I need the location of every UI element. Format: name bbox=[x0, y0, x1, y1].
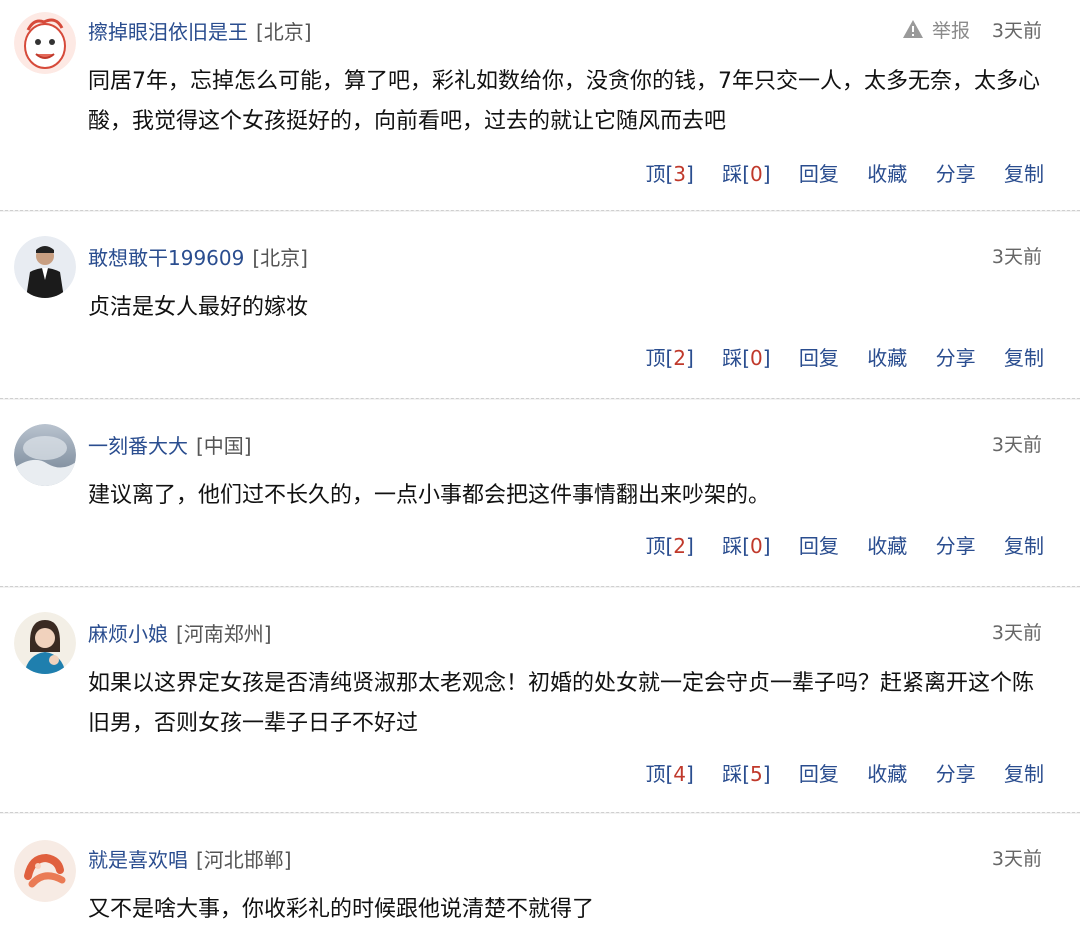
upvote-count: 2 bbox=[673, 346, 687, 370]
favorite-button[interactable]: 收藏 bbox=[867, 534, 907, 558]
username[interactable]: 麻烦小娘 bbox=[88, 622, 168, 646]
comment-item: 敢想敢干199609 [北京] 3天前 贞洁是女人最好的嫁妆 顶[2] 踩[0] … bbox=[0, 230, 1080, 398]
upvote-label: 顶 bbox=[645, 534, 666, 558]
downvote-count: 0 bbox=[750, 534, 763, 558]
comment-actions: 顶[2] 踩[0] 回复 收藏 分享 复制 bbox=[623, 530, 1044, 559]
upvote-button[interactable]: 顶[4] bbox=[645, 762, 693, 786]
timestamp: 3天前 bbox=[991, 848, 1042, 870]
avatar[interactable] bbox=[14, 236, 76, 298]
warning-icon bbox=[902, 19, 924, 44]
avatar[interactable] bbox=[14, 424, 76, 486]
downvote-count: 0 bbox=[750, 162, 763, 186]
downvote-button[interactable]: 踩[5] bbox=[722, 762, 770, 786]
location: [河北邯郸] bbox=[196, 848, 292, 872]
comment-text: 如果以这界定女孩是否清纯贤淑那太老观念！初婚的处女就一定会守贞一辈子吗？赶紧离开… bbox=[88, 671, 1035, 736]
copy-button[interactable]: 复制 bbox=[1004, 346, 1044, 370]
comment-item: 一刻番大大 [中国] 3天前 建议离了，他们过不长久的，一点小事都会把这件事情翻出… bbox=[0, 418, 1080, 586]
downvote-label: 踩 bbox=[722, 534, 743, 558]
downvote-button[interactable]: 踩[0] bbox=[722, 162, 770, 186]
username[interactable]: 敢想敢干199609 bbox=[88, 246, 244, 270]
comment-item: 就是喜欢唱 [河北邯郸] 3天前 又不是啥大事，你收彩礼的时候跟他说清楚不就得了 bbox=[0, 832, 1080, 940]
location: [北京] bbox=[256, 20, 312, 44]
upvote-label: 顶 bbox=[645, 346, 666, 370]
landscape-avatar-icon bbox=[14, 424, 76, 486]
reply-button[interactable]: 回复 bbox=[799, 762, 839, 786]
comment-meta: 麻烦小娘 [河南郑州] bbox=[88, 618, 272, 647]
share-button[interactable]: 分享 bbox=[936, 762, 976, 786]
upvote-count: 3 bbox=[673, 162, 687, 186]
upvote-count: 2 bbox=[673, 534, 687, 558]
comment-meta: 敢想敢干199609 [北京] bbox=[88, 242, 308, 271]
comment-text: 又不是啥大事，你收彩礼的时候跟他说清楚不就得了 bbox=[88, 897, 595, 922]
timestamp: 3天前 bbox=[991, 20, 1042, 42]
share-button[interactable]: 分享 bbox=[936, 534, 976, 558]
upvote-label: 顶 bbox=[645, 162, 666, 186]
upvote-button[interactable]: 顶[2] bbox=[645, 346, 693, 370]
favorite-button[interactable]: 收藏 bbox=[867, 346, 907, 370]
downvote-label: 踩 bbox=[722, 346, 743, 370]
username[interactable]: 一刻番大大 bbox=[88, 434, 188, 458]
report-label: 举报 bbox=[931, 20, 970, 42]
copy-button[interactable]: 复制 bbox=[1004, 162, 1044, 186]
upvote-button[interactable]: 顶[3] bbox=[645, 162, 693, 186]
comment-actions: 顶[2] 踩[0] 回复 收藏 分享 复制 bbox=[623, 342, 1044, 371]
divider bbox=[0, 398, 1080, 400]
copy-button[interactable]: 复制 bbox=[1004, 762, 1044, 786]
comment-actions: 顶[3] 踩[0] 回复 收藏 分享 复制 bbox=[623, 158, 1044, 187]
timestamp: 3天前 bbox=[991, 246, 1042, 268]
downvote-button[interactable]: 踩[0] bbox=[722, 534, 770, 558]
comment-text: 建议离了，他们过不长久的，一点小事都会把这件事情翻出来吵架的。 bbox=[88, 483, 771, 508]
comment-meta: 一刻番大大 [中国] bbox=[88, 430, 252, 459]
comment-meta: 就是喜欢唱 [河北邯郸] bbox=[88, 844, 292, 873]
upvote-button[interactable]: 顶[2] bbox=[645, 534, 693, 558]
upvote-count: 4 bbox=[673, 762, 687, 786]
reply-button[interactable]: 回复 bbox=[799, 162, 839, 186]
downvote-label: 踩 bbox=[722, 162, 743, 186]
avatar[interactable] bbox=[14, 12, 76, 74]
person-avatar-icon bbox=[14, 236, 76, 298]
divider bbox=[0, 586, 1080, 588]
avatar[interactable] bbox=[14, 840, 76, 902]
share-button[interactable]: 分享 bbox=[936, 346, 976, 370]
cartoon-avatar-icon bbox=[14, 12, 76, 74]
username[interactable]: 擦掉眼泪依旧是王 bbox=[88, 20, 248, 44]
copy-button[interactable]: 复制 bbox=[1004, 534, 1044, 558]
downvote-label: 踩 bbox=[722, 762, 743, 786]
downvote-button[interactable]: 踩[0] bbox=[722, 346, 770, 370]
favorite-button[interactable]: 收藏 bbox=[867, 762, 907, 786]
comment-item: 麻烦小娘 [河南郑州] 3天前 如果以这界定女孩是否清纯贤淑那太老观念！初婚的处女… bbox=[0, 606, 1080, 812]
divider bbox=[0, 210, 1080, 212]
comment-actions: 顶[4] 踩[5] 回复 收藏 分享 复制 bbox=[623, 758, 1044, 787]
comment-meta: 擦掉眼泪依旧是王 [北京] bbox=[88, 16, 312, 45]
share-button[interactable]: 分享 bbox=[936, 162, 976, 186]
divider bbox=[0, 812, 1080, 814]
food-avatar-icon bbox=[14, 840, 76, 902]
timestamp: 3天前 bbox=[991, 622, 1042, 644]
location: [北京] bbox=[252, 246, 308, 270]
comment-text: 贞洁是女人最好的嫁妆 bbox=[88, 295, 309, 320]
comment-text: 同居7年，忘掉怎么可能，算了吧，彩礼如数给你，没贪你的钱，7年只交一人，太多无奈… bbox=[88, 69, 1040, 134]
timestamp: 3天前 bbox=[991, 434, 1042, 456]
favorite-button[interactable]: 收藏 bbox=[867, 162, 907, 186]
report-button[interactable]: 举报 bbox=[902, 16, 970, 44]
comment-item: 擦掉眼泪依旧是王 [北京] 举报 3天前 同居7年，忘掉怎么可能，算了吧，彩礼如数… bbox=[0, 4, 1080, 210]
downvote-count: 5 bbox=[750, 762, 763, 786]
upvote-label: 顶 bbox=[645, 762, 666, 786]
downvote-count: 0 bbox=[750, 346, 763, 370]
location: [中国] bbox=[196, 434, 252, 458]
location: [河南郑州] bbox=[176, 622, 272, 646]
reply-button[interactable]: 回复 bbox=[799, 534, 839, 558]
girl-avatar-icon bbox=[14, 612, 76, 674]
avatar[interactable] bbox=[14, 612, 76, 674]
reply-button[interactable]: 回复 bbox=[799, 346, 839, 370]
username[interactable]: 就是喜欢唱 bbox=[88, 848, 188, 872]
